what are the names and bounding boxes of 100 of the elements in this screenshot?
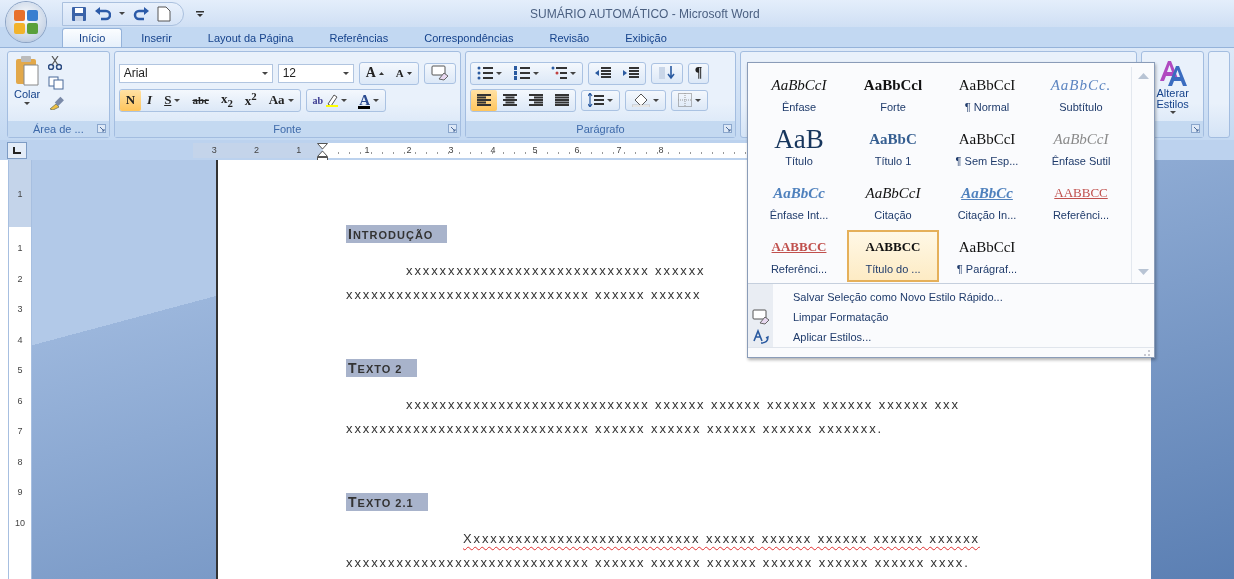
customize-caret-icon[interactable] bbox=[196, 10, 204, 17]
ruler-number: 3 bbox=[17, 304, 23, 315]
ribbon-tab[interactable]: Referências bbox=[312, 28, 406, 47]
ribbon-tab[interactable]: Revisão bbox=[532, 28, 607, 47]
dialog-launcher-icon[interactable] bbox=[1191, 124, 1201, 133]
align-left-icon bbox=[476, 94, 491, 106]
caret-icon bbox=[261, 71, 268, 75]
section-heading: INTRODUÇÃO bbox=[346, 225, 448, 243]
clear-button[interactable] bbox=[423, 62, 456, 84]
ruler-number: 9 bbox=[17, 487, 23, 498]
italic-button[interactable]: I bbox=[141, 89, 159, 111]
up-triangle-icon bbox=[378, 71, 384, 75]
highlighter-icon bbox=[326, 93, 339, 107]
ruler-number: 3 bbox=[211, 145, 217, 155]
strike-button[interactable]: abc bbox=[186, 89, 215, 111]
caret-icon bbox=[1169, 111, 1176, 114]
style-gallery-item[interactable]: AaBbCc. Subtítulo bbox=[1035, 68, 1127, 120]
style-gallery-item[interactable]: AaBbCcl Forte bbox=[847, 68, 939, 120]
redo-icon[interactable] bbox=[133, 5, 149, 22]
left-button[interactable] bbox=[470, 89, 497, 111]
scissors-icon[interactable] bbox=[48, 56, 63, 70]
paragraph-text: xxxxxxxxxxxxxxxxxxxxxxxxxxxxx xxxxxx xxxxxx xxxxxx xxxxxx xxxxxx xxx bbox=[406, 397, 960, 412]
ruler-number: 5 bbox=[532, 145, 538, 155]
sort-button[interactable] bbox=[650, 62, 683, 84]
highlight-button[interactable]: ab bbox=[306, 89, 354, 111]
paintbrush-icon[interactable] bbox=[48, 96, 65, 110]
ruler-number: 7 bbox=[616, 145, 622, 155]
caret-icon[interactable] bbox=[119, 12, 125, 15]
ruler-number: 2 bbox=[406, 145, 412, 155]
dialog-launcher-icon[interactable] bbox=[723, 124, 733, 133]
ribbon-tab[interactable]: Inserir bbox=[124, 28, 189, 47]
paragraph-text: xxxxxxxxxxxxxxxxxxxxxxxxxxxxx xxxxxx xxxxxx bbox=[346, 287, 702, 302]
style-gallery-item[interactable]: AaBbCcI Ênfase Sutil bbox=[1035, 122, 1127, 174]
ruler-number: 2 bbox=[17, 273, 23, 284]
ribbon-tab[interactable]: Exibição bbox=[608, 28, 684, 47]
bulleted-list-icon bbox=[476, 66, 493, 80]
style-gallery-item[interactable]: AaBbCcI Citação bbox=[847, 176, 939, 228]
grow-button[interactable]: A bbox=[359, 62, 390, 84]
section-heading: TEXTO 2 bbox=[346, 359, 417, 377]
window-title: SUMÁRIO AUTOMÁTICO - Microsoft Word bbox=[530, 6, 760, 21]
style-gallery-item[interactable]: AABBCC Título do ... bbox=[847, 230, 939, 282]
style-gallery-item[interactable]: AaBbCcI ¶ Parágraf... bbox=[941, 230, 1033, 282]
menu-item[interactable]: Salvar Seleção como Novo Estilo Rápido... bbox=[793, 291, 1003, 303]
ruler-number: 8 bbox=[658, 145, 664, 155]
ruler-number: 5 bbox=[17, 365, 23, 376]
case-button[interactable]: Aa bbox=[262, 89, 300, 111]
justify-icon bbox=[554, 94, 569, 106]
style-gallery-item[interactable]: AaBbCc Ênfase Int... bbox=[753, 176, 845, 228]
group-label: Área de ... bbox=[32, 123, 84, 135]
save-icon[interactable] bbox=[71, 5, 87, 22]
style-gallery-item[interactable]: AABBCC Referênci... bbox=[1035, 176, 1127, 228]
ruler-number: 6 bbox=[574, 145, 580, 155]
styles-letters-icon bbox=[1157, 59, 1188, 87]
style-gallery-item[interactable]: AaBbCcI ¶ Normal bbox=[941, 68, 1033, 120]
numbered-list-icon bbox=[513, 66, 530, 80]
dialog-launcher-icon[interactable] bbox=[96, 124, 106, 133]
shading-button[interactable] bbox=[624, 89, 666, 111]
apply-styles-icon bbox=[751, 329, 770, 345]
style-gallery-item[interactable]: AaBbCcI ¶ Sem Esp... bbox=[941, 122, 1033, 174]
copy-icon[interactable] bbox=[48, 76, 65, 90]
menu-item[interactable]: Aplicar Estilos... bbox=[793, 331, 872, 343]
ruler-number: 4 bbox=[17, 334, 23, 345]
undo-icon[interactable] bbox=[95, 5, 111, 22]
menu-item[interactable]: Limpar Formatação bbox=[793, 311, 889, 323]
underline-button[interactable]: S bbox=[158, 89, 187, 111]
paste-button[interactable]: Colar bbox=[12, 56, 43, 105]
paint-bucket-icon bbox=[631, 93, 650, 107]
dialog-launcher-icon[interactable] bbox=[447, 124, 457, 133]
new-document-icon[interactable] bbox=[157, 5, 171, 22]
sub-button[interactable]: x$_{2}$ bbox=[214, 89, 239, 111]
ribbon-tab[interactable]: Início bbox=[62, 28, 123, 47]
style-gallery-item[interactable]: AaBbCc Citação In... bbox=[941, 176, 1033, 228]
sup-button[interactable]: x$^{2}$ bbox=[238, 89, 263, 111]
tab-selector-button[interactable] bbox=[7, 141, 27, 159]
sort-icon bbox=[657, 66, 676, 80]
font-size-field[interactable]: 12 bbox=[277, 63, 354, 83]
shrink-button[interactable]: A bbox=[389, 62, 418, 84]
font-name-field[interactable]: Arial bbox=[118, 63, 273, 83]
style-gallery-item[interactable]: AABBCC Referênci... bbox=[753, 230, 845, 282]
ruler-number: 1 bbox=[17, 188, 23, 199]
ribbon-tab[interactable]: Correspondências bbox=[407, 28, 531, 47]
show-marks-button[interactable]: ¶ bbox=[687, 62, 710, 84]
increase-indent-icon bbox=[622, 66, 639, 80]
paragraph-text: xxxxxxxxxxxxxxxxxxxxxxxxxxxxx xxxxxx xxxxxx xxxxxx xxxxxx xxxxxxx. bbox=[346, 421, 884, 436]
ruler-number: 8 bbox=[17, 456, 23, 467]
spacing-button[interactable] bbox=[580, 89, 620, 111]
style-gallery-item[interactable]: AaB Título bbox=[753, 122, 845, 174]
down-triangle-icon bbox=[406, 71, 412, 75]
style-gallery-item[interactable]: AaBbCcI Ênfase bbox=[753, 68, 845, 120]
resize-grip-icon[interactable] bbox=[1144, 349, 1150, 356]
bold-button[interactable]: N bbox=[119, 89, 142, 111]
borders-icon bbox=[677, 93, 692, 107]
ribbon-tab[interactable]: Layout da Página bbox=[190, 28, 311, 47]
change-styles-button[interactable]: Alterar Estilos bbox=[1142, 52, 1204, 121]
line-spacing-icon bbox=[587, 93, 604, 107]
color-button[interactable]: A bbox=[353, 89, 385, 111]
ruler-number: 1 bbox=[17, 243, 23, 254]
style-gallery-item[interactable]: AaBbC Título 1 bbox=[847, 122, 939, 174]
paragraph-text: xxxxxxxxxxxxxxxxxxxxxxxxxxxxx xxxxxx xxxxxx xxxxxx xxxxxx xxxxxx xxxxxx xxxx. bbox=[346, 555, 970, 570]
align-right-icon bbox=[528, 94, 543, 106]
